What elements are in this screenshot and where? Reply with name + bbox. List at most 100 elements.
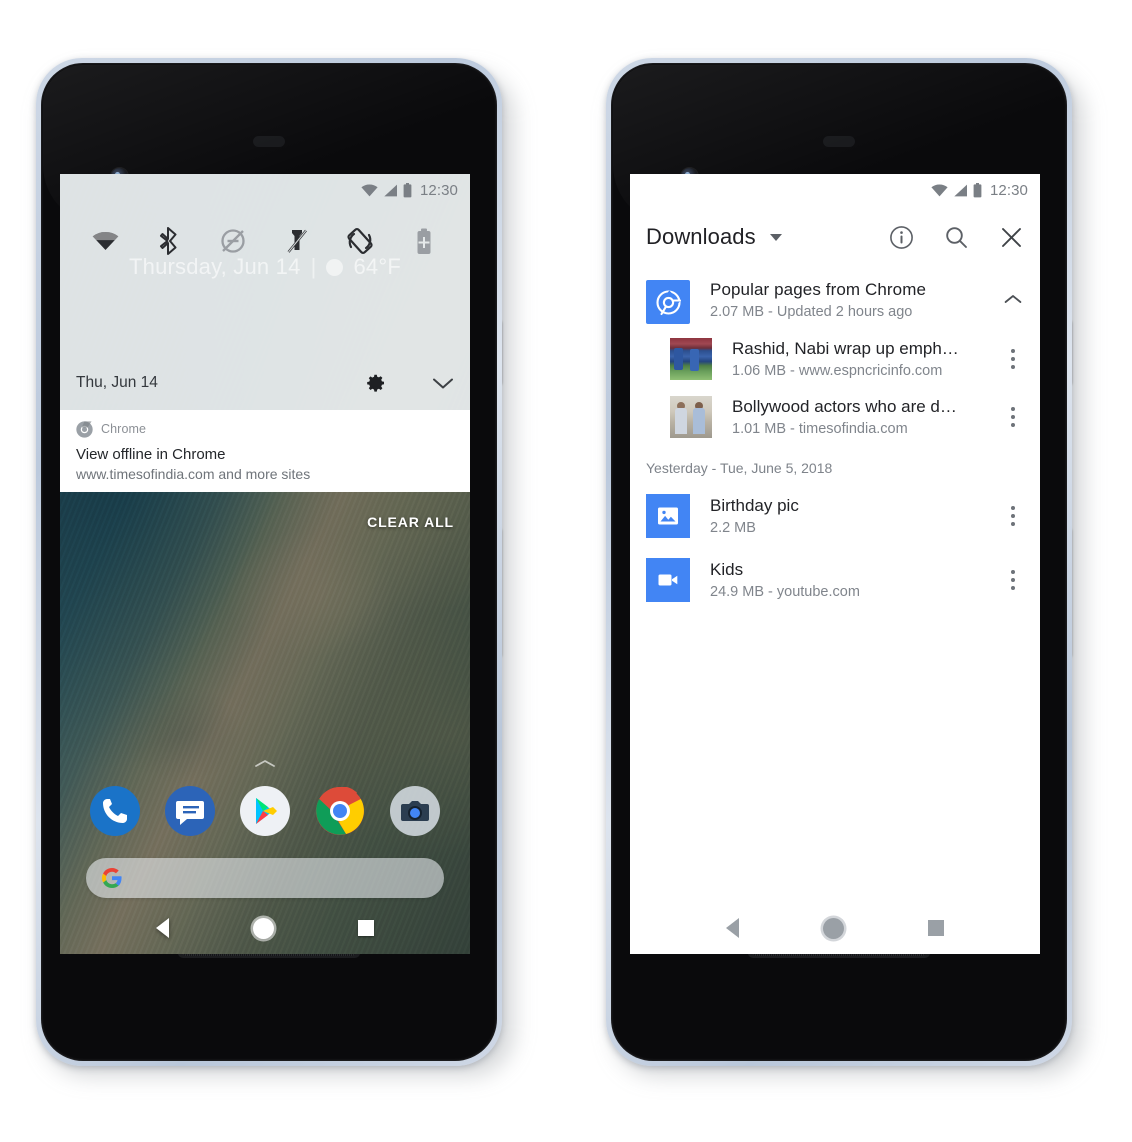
flashlight-off-icon [287, 229, 307, 253]
camera-app-icon[interactable] [389, 786, 440, 836]
qs-footer-actions [366, 373, 454, 393]
date-section-header: Yesterday - Tue, June 5, 2018 [646, 460, 833, 476]
file-title: Birthday pic [710, 496, 799, 515]
signal-icon [384, 184, 397, 196]
wifi-icon [931, 183, 948, 196]
wifi-tile[interactable] [89, 224, 123, 258]
notification-app-name: Chrome [101, 422, 147, 436]
file-title: Kids [710, 560, 744, 579]
device-frame: CLEAR ALL 12:30 Thursday, Jun 14 | 64°F … [36, 58, 502, 1066]
download-file-item[interactable]: Kids 24.9 MB - youtube.com [630, 548, 1040, 612]
thumbnail-art [670, 396, 712, 438]
battery-icon [973, 182, 982, 197]
battery-icon [403, 182, 412, 197]
proximity-sensor [823, 136, 855, 147]
auto-rotate-icon [347, 228, 374, 254]
home-icon[interactable] [823, 917, 844, 939]
gear-icon[interactable] [366, 373, 386, 393]
right-phone-screen: 12:30 Downloads Popular pages from Chrom… [630, 174, 1040, 954]
status-bar: 12:30 [60, 174, 470, 206]
signal-icon [954, 184, 967, 196]
phone-glyph [103, 799, 128, 823]
file-text: Kids 24.9 MB - youtube.com [710, 560, 1002, 600]
downloads-app: 12:30 Downloads Popular pages from Chrom… [630, 174, 1040, 954]
group-title: Popular pages from Chrome [710, 280, 927, 299]
chrome-icon [646, 280, 690, 324]
chrome-app-icon[interactable] [315, 786, 365, 836]
qs-date-label: Thu, Jun 14 [76, 374, 158, 391]
kebab-menu-icon[interactable] [1002, 567, 1024, 593]
caret-down-icon[interactable] [769, 233, 782, 241]
image-file-icon [646, 494, 690, 538]
chrome-glyph [655, 289, 681, 315]
handshake-photo-thumbnail [670, 396, 712, 438]
bluetooth-icon [160, 227, 177, 255]
image-glyph [658, 507, 678, 525]
notification-app-row: Chrome [76, 420, 454, 438]
download-list-item[interactable]: Bollywood actors who are d… 1.01 MB - ti… [630, 388, 1040, 446]
bluetooth-tile[interactable] [152, 224, 186, 258]
phone-app-icon[interactable] [90, 786, 141, 836]
kebab-menu-icon[interactable] [1002, 404, 1024, 430]
battery-saver-tile[interactable] [407, 224, 441, 258]
download-file-item[interactable]: Birthday pic 2.2 MB [630, 484, 1040, 548]
recents-icon[interactable] [358, 920, 374, 936]
group-subtitle: 2.07 MB - Updated 2 hours ago [710, 304, 913, 320]
clear-all-button[interactable]: CLEAR ALL [367, 514, 454, 530]
chrome-glyph [315, 787, 364, 835]
group-text: Popular pages from Chrome 2.07 MB - Upda… [710, 280, 996, 320]
download-group-header[interactable]: Popular pages from Chrome 2.07 MB - Upda… [630, 268, 1040, 330]
video-glyph [658, 574, 678, 586]
wifi-icon [361, 183, 378, 196]
close-icon[interactable] [999, 225, 1024, 250]
kebab-menu-icon[interactable] [1002, 346, 1024, 372]
back-icon[interactable] [156, 918, 169, 938]
navigation-bar [630, 902, 1040, 954]
chevron-down-icon[interactable] [432, 377, 454, 390]
camera-glyph [400, 801, 429, 821]
left-phone-screen: CLEAR ALL 12:30 Thursday, Jun 14 | 64°F … [60, 174, 470, 954]
auto-rotate-tile[interactable] [343, 224, 377, 258]
downloads-app-bar: Downloads [630, 206, 1040, 268]
recents-icon[interactable] [928, 920, 944, 936]
item-subtitle: 1.06 MB - www.espncricinfo.com [732, 363, 943, 379]
app-drawer-chevron-icon[interactable] [254, 759, 276, 768]
back-icon[interactable] [726, 918, 739, 938]
search-icon[interactable] [944, 225, 969, 250]
left-phone-device: CLEAR ALL 12:30 Thursday, Jun 14 | 64°F … [36, 58, 514, 1076]
chrome-notification-card[interactable]: Chrome View offline in Chrome www.timeso… [60, 410, 470, 492]
do-not-disturb-tile[interactable] [216, 224, 250, 258]
battery-saver-icon [417, 228, 431, 254]
chevron-up-icon[interactable] [1004, 294, 1022, 304]
messages-glyph [176, 801, 205, 825]
video-file-icon [646, 558, 690, 602]
download-list-item[interactable]: Rashid, Nabi wrap up emph… 1.06 MB - www… [630, 330, 1040, 388]
item-title: Rashid, Nabi wrap up emph… [732, 339, 959, 358]
status-bar-clock: 12:30 [989, 181, 1028, 199]
cricket-match-thumbnail [670, 338, 712, 380]
kebab-menu-icon[interactable] [1002, 503, 1024, 529]
google-search-bar[interactable] [86, 858, 444, 898]
item-text: Bollywood actors who are d… 1.01 MB - ti… [732, 397, 1002, 437]
page-title: Downloads [646, 224, 756, 249]
quick-settings-tiles [60, 212, 470, 270]
screenshot-stage: CLEAR ALL 12:30 Thursday, Jun 14 | 64°F … [0, 0, 1132, 1142]
flashlight-tile[interactable] [280, 224, 314, 258]
right-phone-device: 12:30 Downloads Popular pages from Chrom… [606, 58, 1084, 1076]
info-icon[interactable] [889, 225, 914, 250]
play-store-app-icon[interactable] [239, 786, 290, 836]
google-g-icon [102, 868, 122, 888]
messages-app-icon[interactable] [165, 786, 216, 836]
home-icon[interactable] [253, 917, 274, 939]
status-bar: 12:30 [630, 174, 1040, 206]
play-store-glyph [255, 798, 277, 824]
notification-subtitle: www.timesofindia.com and more sites [76, 466, 311, 482]
file-text: Birthday pic 2.2 MB [710, 496, 1002, 536]
app-bar-actions [889, 225, 1024, 250]
proximity-sensor [253, 136, 285, 147]
device-frame: 12:30 Downloads Popular pages from Chrom… [606, 58, 1072, 1066]
file-subtitle: 2.2 MB [710, 520, 756, 536]
do-not-disturb-off-icon [221, 229, 245, 253]
thumbnail-art [670, 338, 712, 380]
home-dock [60, 780, 470, 842]
